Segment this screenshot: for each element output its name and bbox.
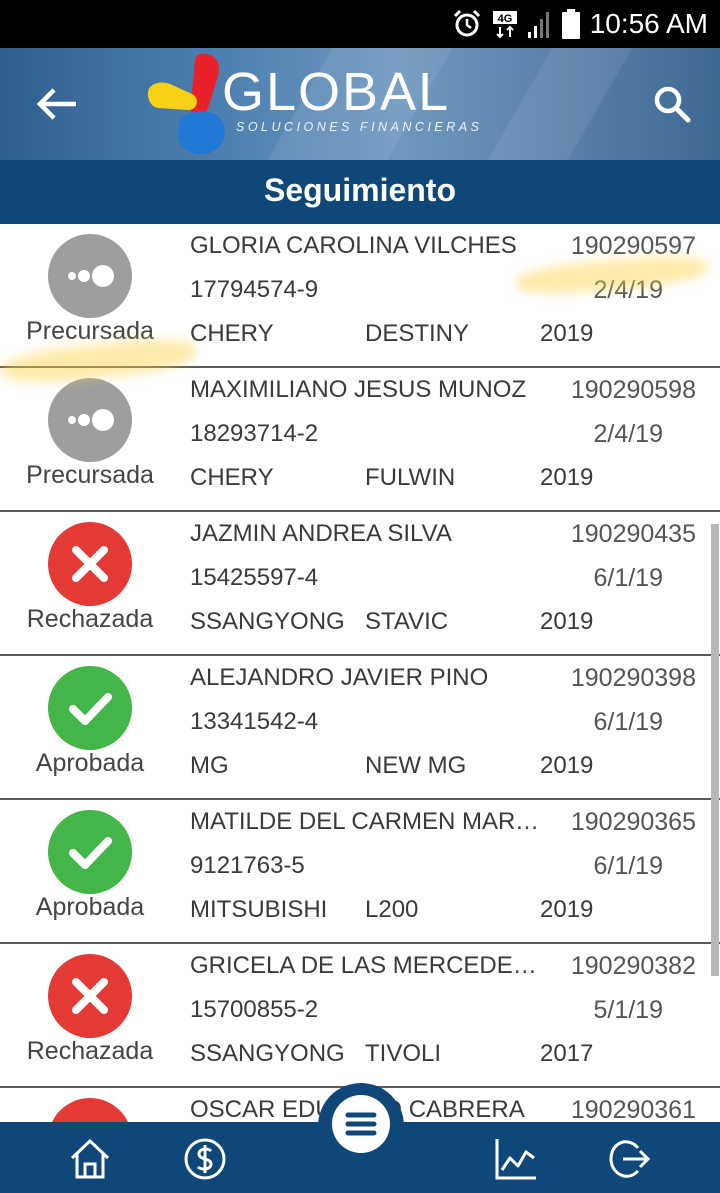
- vehicle-model: TIVOLI: [365, 1040, 442, 1067]
- status-label: Rechazada: [26, 605, 154, 633]
- status-dots-icon: [48, 234, 132, 318]
- vehicle-year: 2019: [540, 464, 594, 491]
- vehicle-brand: CHERY: [190, 320, 274, 347]
- list-item[interactable]: Aprobada MATILDE DEL CARMEN MART... 190290…: [0, 800, 720, 944]
- vehicle-year: 2019: [540, 608, 594, 635]
- status-label: Rechazada: [26, 1037, 154, 1065]
- back-arrow-icon[interactable]: [30, 84, 82, 124]
- search-icon[interactable]: [650, 82, 694, 126]
- vehicle-model: FULWIN: [365, 464, 456, 491]
- status-x-icon: [48, 954, 132, 1038]
- page-title: Seguimiento: [0, 160, 720, 224]
- app-header: GLOBAL SOLUCIONES FINANCIERAS: [0, 48, 720, 160]
- chart-icon[interactable]: [492, 1136, 538, 1182]
- logo-wordmark: GLOBAL: [222, 62, 451, 122]
- request-number: 190290361: [570, 1096, 696, 1122]
- header-background-streak: [487, 48, 633, 160]
- list-item[interactable]: Aprobada ALEJANDRO JAVIER PINO 190290398 13…: [0, 656, 720, 800]
- request-number: 190290365: [570, 808, 696, 836]
- list-item[interactable]: Precursada MAXIMILIANO JESUS MUNOZ 1902905…: [0, 368, 720, 512]
- list-item[interactable]: Rechazada GRICELA DE LAS MERCEDES ... 1902…: [0, 944, 720, 1088]
- signal-icon: [528, 12, 549, 38]
- client-name: MATILDE DEL CARMEN MART...: [190, 808, 545, 835]
- vehicle-model: NEW MG: [365, 752, 467, 779]
- client-name: ALEJANDRO JAVIER PINO: [190, 664, 489, 691]
- svg-text:4G: 4G: [498, 13, 513, 25]
- request-date: 6/1/19: [593, 564, 663, 592]
- vehicle-year: 2019: [540, 752, 594, 779]
- request-number: 190290382: [570, 952, 696, 980]
- request-date: 6/1/19: [593, 708, 663, 736]
- client-name: MAXIMILIANO JESUS MUNOZ: [190, 376, 527, 403]
- vehicle-brand: SSANGYONG: [190, 1040, 345, 1067]
- status-dots-icon: [48, 378, 132, 462]
- client-name: JAZMIN ANDREA SILVA: [190, 520, 452, 547]
- request-date: 5/1/19: [593, 996, 663, 1024]
- dollar-icon[interactable]: [182, 1136, 228, 1182]
- list-item[interactable]: Precursada GLORIA CAROLINA VILCHES 1902905…: [0, 224, 720, 368]
- status-x-icon: [48, 1098, 132, 1122]
- request-number: 190290435: [570, 520, 696, 548]
- request-date: 2/4/19: [593, 420, 663, 448]
- clock-time: 10:56 AM: [589, 8, 708, 39]
- battery-icon: [562, 9, 580, 39]
- client-rut: 15700855-2: [190, 996, 319, 1023]
- tracking-list[interactable]: Precursada GLORIA CAROLINA VILCHES 1902905…: [0, 224, 720, 1122]
- client-rut: 13341542-4: [190, 708, 319, 735]
- global-logo: GLOBAL SOLUCIONES FINANCIERAS: [144, 52, 504, 156]
- scrollbar[interactable]: [711, 524, 719, 976]
- logo-mark: [147, 53, 225, 155]
- request-number: 190290398: [570, 664, 696, 692]
- network-4g-icon: 4G: [493, 11, 517, 39]
- client-name: GLORIA CAROLINA VILCHES: [190, 232, 517, 259]
- client-rut: 15425597-4: [190, 564, 319, 591]
- vehicle-brand: MITSUBISHI: [190, 896, 328, 923]
- request-number: 190290597: [570, 232, 696, 260]
- status-label: Aprobada: [35, 749, 145, 777]
- client-rut: 17794574-9: [190, 276, 319, 303]
- vehicle-year: 2017: [540, 1040, 594, 1067]
- request-date: 2/4/19: [593, 276, 663, 304]
- vehicle-brand: SSANGYONG: [190, 608, 345, 635]
- alarm-icon: [453, 9, 481, 37]
- status-label: Aprobada: [35, 893, 145, 921]
- home-icon[interactable]: [67, 1136, 113, 1182]
- vehicle-model: STAVIC: [365, 608, 449, 635]
- menu-icon: [332, 1095, 390, 1153]
- menu-button[interactable]: [318, 1083, 404, 1169]
- status-label: Precursada: [26, 461, 154, 489]
- vehicle-brand: MG: [190, 752, 229, 779]
- logo-tagline: SOLUCIONES FINANCIERAS: [236, 120, 483, 134]
- vehicle-brand: CHERY: [190, 464, 274, 491]
- client-rut: 18293714-2: [190, 420, 319, 447]
- vehicle-year: 2019: [540, 320, 594, 347]
- client-name: GRICELA DE LAS MERCEDES ...: [190, 952, 545, 979]
- status-bar: 4G 10:56 AM: [0, 0, 720, 48]
- vehicle-model: DESTINY: [365, 320, 470, 347]
- status-x-icon: [48, 522, 132, 606]
- client-rut: 9121763-5: [190, 852, 305, 879]
- request-date: 6/1/19: [593, 852, 663, 880]
- status-icons: 4G: [452, 8, 580, 40]
- logout-icon[interactable]: [606, 1136, 652, 1182]
- status-label: Precursada: [26, 317, 154, 345]
- vehicle-year: 2019: [540, 896, 594, 923]
- status-check-icon: [48, 810, 132, 894]
- status-check-icon: [48, 666, 132, 750]
- request-number: 190290598: [570, 376, 696, 404]
- vehicle-model: L200: [365, 896, 419, 923]
- list-item[interactable]: Rechazada JAZMIN ANDREA SILVA 190290435 154…: [0, 512, 720, 656]
